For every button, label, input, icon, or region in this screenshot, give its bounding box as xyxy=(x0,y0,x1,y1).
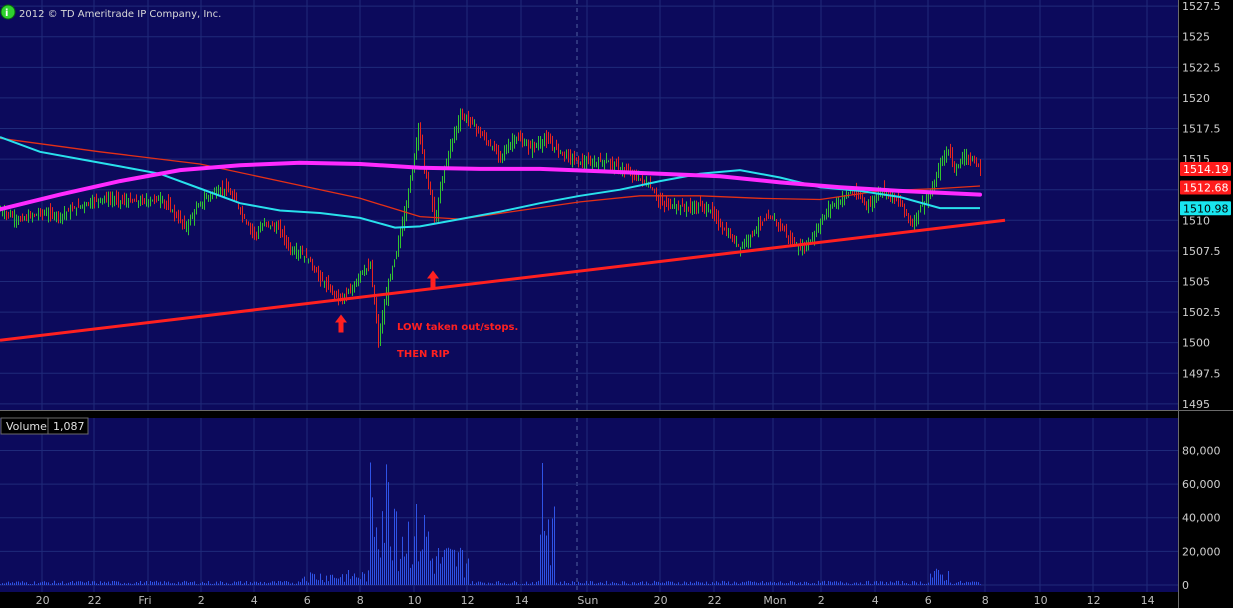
x-tick-label: 4 xyxy=(251,594,258,607)
x-tick-label: 22 xyxy=(708,594,722,607)
x-tick-label: 22 xyxy=(88,594,102,607)
x-tick-label: 8 xyxy=(982,594,989,607)
y-tick-label: 1500 xyxy=(1182,337,1210,350)
volume-tick-label: 0 xyxy=(1182,579,1189,592)
x-tick-label: 20 xyxy=(654,594,668,607)
x-tick-label: 8 xyxy=(357,594,364,607)
volume-tick-label: 80,000 xyxy=(1182,444,1221,457)
x-tick-label: 20 xyxy=(36,594,50,607)
badge-ma-red-text: 1512.68 xyxy=(1183,181,1229,194)
y-tick-label: 1502.5 xyxy=(1182,306,1221,319)
x-tick-label: 6 xyxy=(304,594,311,607)
price-panel xyxy=(0,0,1178,410)
x-tick-label: 14 xyxy=(1141,594,1155,607)
x-tick-label: 2 xyxy=(198,594,205,607)
y-tick-label: 1527.5 xyxy=(1182,0,1221,13)
info-icon-label: i xyxy=(5,8,8,19)
volume-tick-label: 40,000 xyxy=(1182,512,1221,525)
x-tick-label: 12 xyxy=(1087,594,1101,607)
y-tick-label: 1505 xyxy=(1182,275,1210,288)
x-tick-label: 12 xyxy=(461,594,475,607)
badge-last-price-text: 1514.19 xyxy=(1183,163,1229,176)
price-badges: 1514.19 1512.68 1510.98 xyxy=(1180,162,1231,216)
chart-background xyxy=(0,0,1233,608)
x-tick-label: 6 xyxy=(925,594,932,607)
x-tick-label: 4 xyxy=(872,594,879,607)
x-tick-label: Mon xyxy=(763,594,786,607)
y-tick-label: 1495 xyxy=(1182,398,1210,411)
volume-value: 1,087 xyxy=(53,420,85,433)
y-tick-label: 1522.5 xyxy=(1182,61,1221,74)
y-tick-label: 1520 xyxy=(1182,92,1210,105)
x-tick-label: 2 xyxy=(818,594,825,607)
volume-header: Volume 1,087 xyxy=(0,417,89,435)
volume-label: Volume xyxy=(6,420,47,433)
y-tick-label: 1507.5 xyxy=(1182,245,1221,258)
copyright-text: 2012 © TD Ameritrade IP Company, Inc. xyxy=(19,9,221,20)
x-tick-label: 14 xyxy=(515,594,529,607)
x-tick-label: Sun xyxy=(577,594,598,607)
y-tick-label: 1497.5 xyxy=(1182,367,1221,380)
y-tick-label: 1510 xyxy=(1182,214,1210,227)
volume-tick-label: 60,000 xyxy=(1182,478,1221,491)
annotation-then-rip: THEN RIP xyxy=(397,349,450,360)
price-chart: 1527.515251522.515201517.515151512.51510… xyxy=(0,0,1233,608)
volume-tick-label: 20,000 xyxy=(1182,545,1221,558)
badge-ma-cyan-text: 1510.98 xyxy=(1183,202,1229,215)
volume-panel xyxy=(0,418,1178,592)
y-tick-label: 1517.5 xyxy=(1182,123,1221,136)
x-tick-label: 10 xyxy=(1034,594,1048,607)
y-tick-label: 1525 xyxy=(1182,31,1210,44)
x-tick-label: 10 xyxy=(408,594,422,607)
annotation-low-taken-out: LOW taken out/stops. xyxy=(397,322,518,333)
x-tick-label: Fri xyxy=(138,594,151,607)
